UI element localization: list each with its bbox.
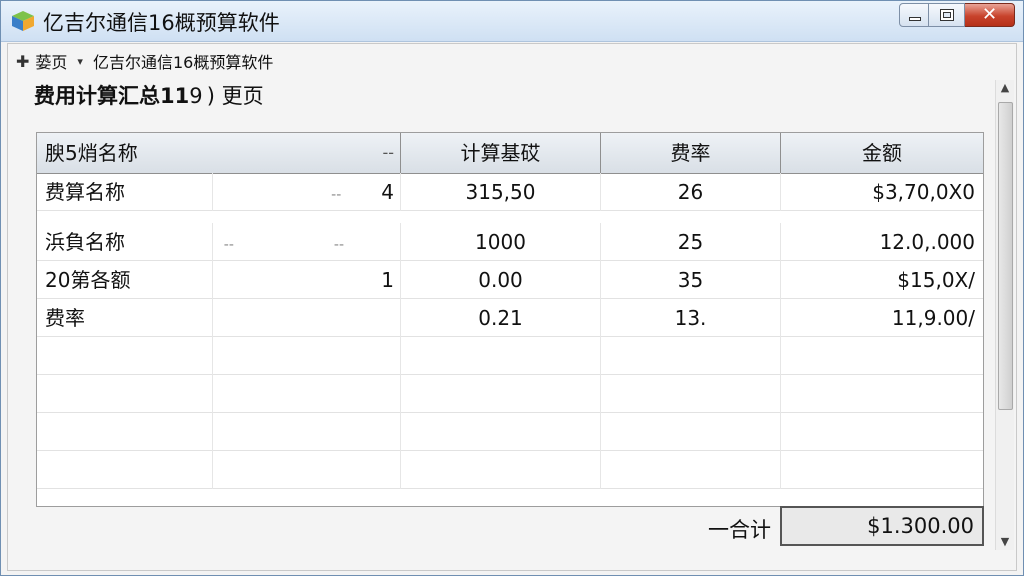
close-icon: ✕ bbox=[981, 4, 998, 25]
column-header-rate[interactable]: 费率 bbox=[601, 133, 781, 173]
row-qty: 1 bbox=[213, 261, 401, 299]
table-header: 腴5焇名称 -- 计算基砹 费率 金额 bbox=[37, 133, 983, 174]
row-extra: -- bbox=[223, 237, 234, 253]
column-header-dash: -- bbox=[382, 143, 394, 162]
row-name: 费算名称 bbox=[37, 173, 213, 211]
window-controls: ✕ bbox=[899, 3, 1015, 29]
scroll-up-icon[interactable]: ▲ bbox=[996, 80, 1014, 96]
scroll-down-icon[interactable]: ▼ bbox=[996, 534, 1014, 550]
row-amount: 11,9.00/ bbox=[891, 306, 975, 330]
row-qty: -- -- bbox=[213, 223, 401, 261]
row-qty: -- 4 bbox=[213, 173, 401, 211]
empty-cell bbox=[37, 413, 213, 451]
main-panel: ✚ 蒆页 ▾ 亿吉尔通信16概预算软件 费用计算汇总119 ) 更页 腴5焇名称… bbox=[7, 43, 1017, 571]
column-header-name[interactable]: 腴5焇名称 -- bbox=[37, 133, 401, 173]
empty-cell bbox=[781, 337, 983, 375]
restore-icon bbox=[940, 9, 954, 21]
vertical-scrollbar[interactable]: ▲ ▼ bbox=[995, 80, 1014, 550]
empty-cell bbox=[37, 451, 213, 489]
empty-cell bbox=[213, 451, 401, 489]
minimize-button[interactable] bbox=[899, 3, 929, 27]
page-title: 费用计算汇总119 ) 更页 bbox=[34, 80, 264, 110]
page-title-suffix: 9 ) 更页 bbox=[189, 84, 264, 108]
row-extra: -- bbox=[331, 187, 342, 203]
title-bar[interactable]: 亿吉尔通信16概预算软件 ✕ bbox=[1, 1, 1023, 42]
minimize-icon bbox=[909, 17, 921, 21]
breadcrumb-home[interactable]: 蒆页 bbox=[35, 49, 67, 73]
row-amount: $3,70,0X0 bbox=[872, 180, 975, 204]
row-rate: 13. bbox=[601, 299, 781, 337]
app-cube-icon bbox=[12, 11, 34, 31]
total-label: 一合计 bbox=[708, 518, 771, 542]
row-qty-value: -- bbox=[333, 237, 344, 253]
plus-icon[interactable]: ✚ bbox=[16, 52, 29, 71]
empty-cell bbox=[401, 375, 601, 413]
empty-cell bbox=[781, 451, 983, 489]
maximize-button[interactable] bbox=[929, 3, 965, 27]
row-rate: 35 bbox=[601, 261, 781, 299]
row-rate: 25 bbox=[601, 223, 781, 261]
total-value: $1.300.00 bbox=[780, 506, 984, 546]
empty-cell bbox=[401, 413, 601, 451]
row-amount: 12.0,.000 bbox=[879, 230, 975, 254]
scroll-thumb[interactable] bbox=[998, 102, 1013, 410]
table-row-empty[interactable] bbox=[37, 337, 983, 375]
table-row-empty[interactable] bbox=[37, 375, 983, 413]
app-window: 亿吉尔通信16概预算软件 ✕ ✚ 蒆页 ▾ 亿吉尔通信16概预算软件 费用计算汇… bbox=[0, 0, 1024, 576]
empty-cell bbox=[213, 413, 401, 451]
cost-summary-table[interactable]: 腴5焇名称 -- 计算基砹 费率 金额 费算名称 -- 4 315,50 26 $… bbox=[36, 132, 984, 507]
empty-cell bbox=[601, 337, 781, 375]
empty-cell bbox=[781, 375, 983, 413]
column-header-name-label: 腴5焇名称 bbox=[45, 141, 138, 165]
page-title-text: 费用计算汇总11 bbox=[34, 84, 190, 108]
empty-cell bbox=[213, 337, 401, 375]
row-rate: 26 bbox=[601, 173, 781, 211]
empty-cell bbox=[37, 375, 213, 413]
close-button[interactable]: ✕ bbox=[965, 3, 1015, 27]
row-base: 0.21 bbox=[401, 299, 601, 337]
breadcrumb: ✚ 蒆页 ▾ 亿吉尔通信16概预算软件 bbox=[16, 49, 273, 73]
table-row-empty[interactable] bbox=[37, 451, 983, 489]
row-name: 20第各额 bbox=[37, 261, 213, 299]
row-name: 浜負名称 bbox=[37, 223, 213, 261]
empty-cell bbox=[401, 451, 601, 489]
table-row[interactable]: 20第各额 1 0.00 35 $15,0X/ bbox=[37, 261, 983, 299]
empty-cell bbox=[213, 375, 401, 413]
empty-cell bbox=[781, 413, 983, 451]
row-amount: $15,0X/ bbox=[897, 268, 975, 292]
empty-cell bbox=[37, 337, 213, 375]
column-header-base[interactable]: 计算基砹 bbox=[401, 133, 601, 173]
empty-cell bbox=[601, 413, 781, 451]
table-row-empty[interactable] bbox=[37, 413, 983, 451]
table-row[interactable]: 费率 0.21 13. 11,9.00/ bbox=[37, 299, 983, 337]
row-base: 315,50 bbox=[401, 173, 601, 211]
column-header-amount[interactable]: 金额 bbox=[781, 133, 983, 173]
breadcrumb-current[interactable]: 亿吉尔通信16概预算软件 bbox=[93, 49, 273, 73]
row-qty bbox=[213, 299, 401, 337]
empty-cell bbox=[401, 337, 601, 375]
table-row[interactable]: 浜負名称 -- -- 1000 25 12.0,.000 bbox=[37, 223, 983, 261]
empty-cell bbox=[601, 451, 781, 489]
table-row[interactable]: 费算名称 -- 4 315,50 26 $3,70,0X0 bbox=[37, 173, 983, 211]
row-base: 0.00 bbox=[401, 261, 601, 299]
row-qty-value: 4 bbox=[381, 180, 394, 204]
window-title: 亿吉尔通信16概预算软件 bbox=[43, 11, 280, 35]
empty-cell bbox=[601, 375, 781, 413]
row-name: 费率 bbox=[37, 299, 213, 337]
chevron-down-icon[interactable]: ▾ bbox=[77, 55, 83, 68]
row-base: 1000 bbox=[401, 223, 601, 261]
